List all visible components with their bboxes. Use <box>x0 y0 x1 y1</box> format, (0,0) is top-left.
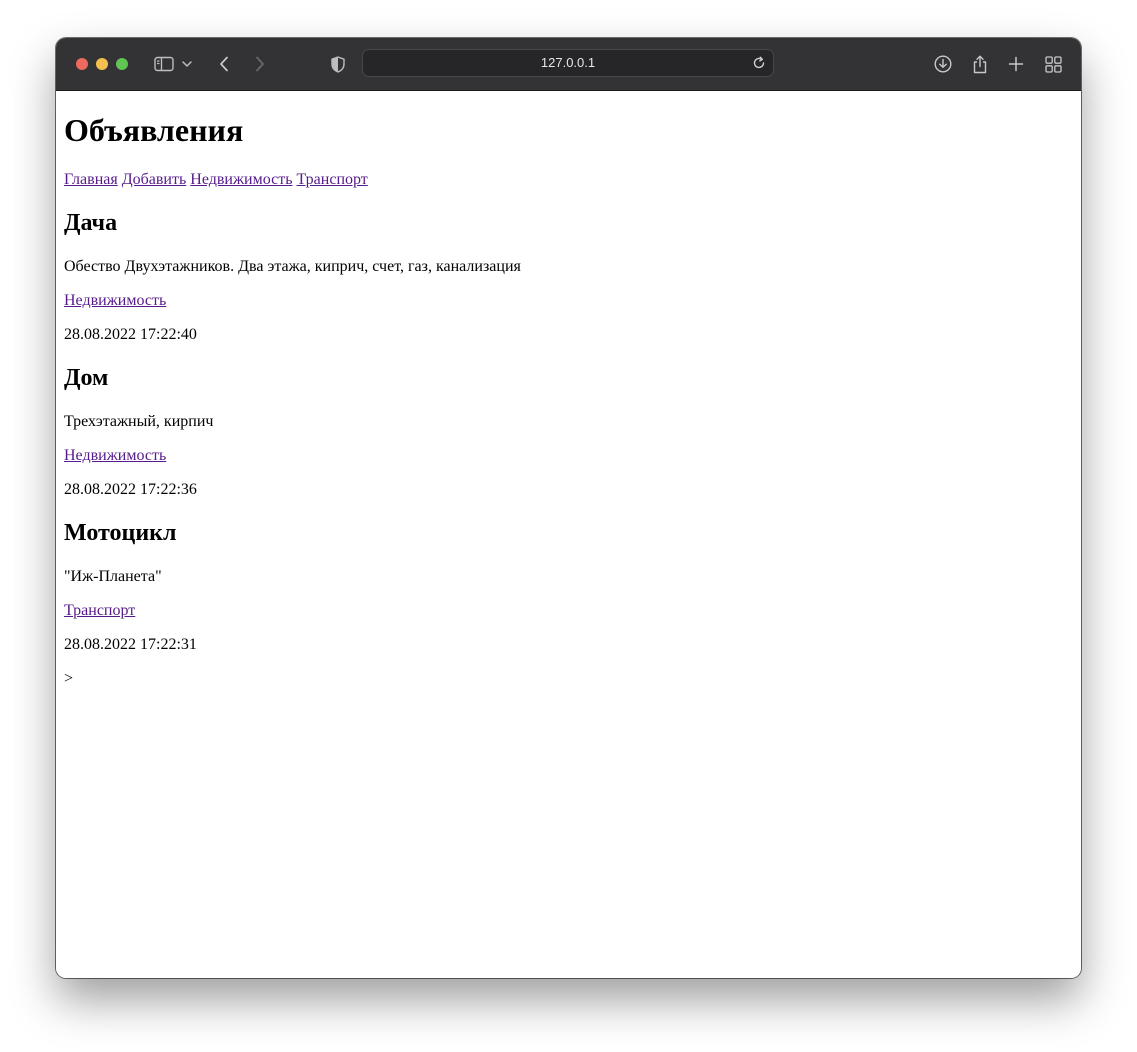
main-nav: Главная Добавить Недвижимость Транспорт <box>64 170 1073 189</box>
listing-category: Недвижимость <box>64 291 1073 310</box>
page-content: Объявления Главная Добавить Недвижимость… <box>56 91 1081 978</box>
download-icon[interactable] <box>931 52 955 76</box>
back-arrow-icon[interactable] <box>212 52 236 76</box>
minimize-window-button[interactable] <box>96 58 108 70</box>
listing-title: Мотоцикл <box>64 520 177 546</box>
reload-icon[interactable] <box>750 54 768 72</box>
listing-date: 28.08.2022 17:22:40 <box>64 326 197 343</box>
listing-date: 28.08.2022 17:22:31 <box>64 636 197 653</box>
chevron-down-icon[interactable] <box>179 52 195 76</box>
nav-link-add[interactable]: Добавить <box>122 171 187 188</box>
share-icon[interactable] <box>968 52 992 76</box>
zoom-window-button[interactable] <box>116 58 128 70</box>
page-body: Объявления Главная Добавить Недвижимость… <box>56 112 1081 688</box>
screen: 127.0.0.1 Объявления Главная Добавить Не… <box>0 0 1137 1052</box>
listing-description: "Иж-Планета" <box>64 568 162 585</box>
listing-category: Недвижимость <box>64 446 1073 465</box>
tab-overview-icon[interactable] <box>1041 52 1065 76</box>
page-title: Объявления <box>64 112 244 148</box>
listing-category-link[interactable]: Транспорт <box>64 602 135 619</box>
listing-category-link[interactable]: Недвижимость <box>64 447 166 464</box>
listing-date: 28.08.2022 17:22:36 <box>64 481 197 498</box>
listing-title: Дом <box>64 365 109 391</box>
close-window-button[interactable] <box>76 58 88 70</box>
listing-item: Мотоцикл "Иж-Планета" Транспорт 28.08.20… <box>64 519 1073 654</box>
listing-category-link[interactable]: Недвижимость <box>64 292 166 309</box>
address-bar[interactable]: 127.0.0.1 <box>362 49 774 77</box>
nav-link-real-estate[interactable]: Недвижимость <box>190 171 292 188</box>
url-text: 127.0.0.1 <box>540 55 596 70</box>
browser-toolbar: 127.0.0.1 <box>56 38 1081 91</box>
listing-category: Транспорт <box>64 601 1073 620</box>
listing-item: Дом Трехэтажный, кирпич Недвижимость 28.… <box>64 364 1073 499</box>
browser-window: 127.0.0.1 Объявления Главная Добавить Не… <box>56 38 1081 978</box>
nav-link-home[interactable]: Главная <box>64 171 118 188</box>
listing-description: Трехэтажный, кирпич <box>64 413 214 430</box>
forward-arrow-icon[interactable] <box>248 52 272 76</box>
plus-icon[interactable] <box>1004 52 1028 76</box>
sidebar-icon[interactable] <box>152 52 176 76</box>
nav-link-transport[interactable]: Транспорт <box>297 171 368 188</box>
privacy-shield-icon[interactable] <box>326 52 350 76</box>
trailing-text: > <box>64 670 74 687</box>
listing-item: Дача Обество Двухэтажников. Два этажа, к… <box>64 209 1073 344</box>
listing-description: Обество Двухэтажников. Два этажа, киприч… <box>64 258 521 275</box>
listing-title: Дача <box>64 210 118 236</box>
